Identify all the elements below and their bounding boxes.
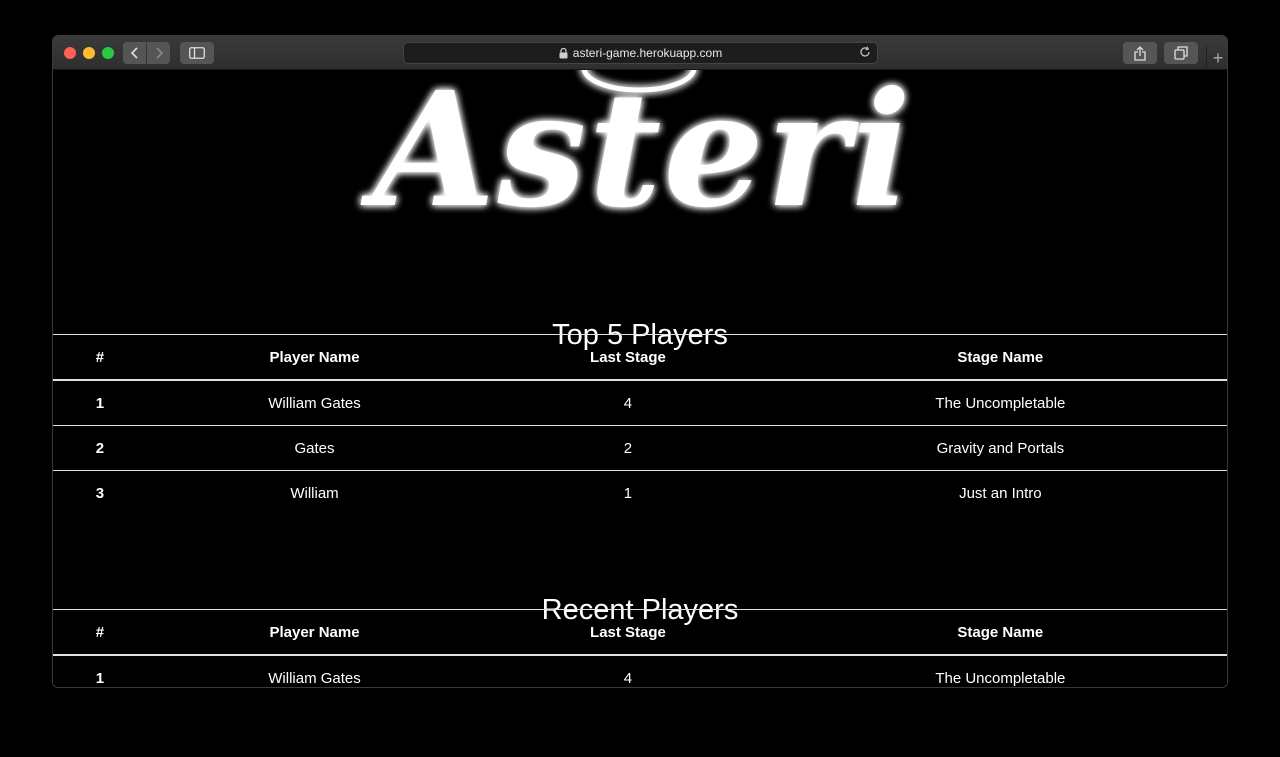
minimize-window-button[interactable] <box>83 47 95 59</box>
player-name-cell: William <box>146 470 483 515</box>
rank-cell: 2 <box>53 425 147 471</box>
back-icon <box>130 47 138 59</box>
share-icon <box>1134 45 1146 61</box>
rank-cell: 3 <box>53 470 147 515</box>
player-name-cell: William Gates <box>146 654 483 687</box>
column-header-player-name[interactable]: Player Name <box>146 334 483 381</box>
sidebar-toggle-button[interactable] <box>180 42 214 64</box>
column-header-rank[interactable]: # <box>53 334 147 381</box>
stage-name-cell: The Uncompletable <box>773 379 1227 426</box>
player-name-cell: William Gates <box>146 379 483 426</box>
sidebar-icon <box>189 47 205 59</box>
rank-cell: 1 <box>53 379 147 426</box>
rank-cell: 1 <box>53 654 147 687</box>
column-header-player-name[interactable]: Player Name <box>146 609 483 656</box>
logo-text: Asteri <box>360 70 913 240</box>
table-row: 2 Gates 2 Gravity and Portals <box>53 425 1227 471</box>
tabs-icon <box>1174 46 1188 60</box>
browser-toolbar: asteri-game.herokuapp.com + <box>53 36 1227 70</box>
column-header-rank[interactable]: # <box>53 609 147 656</box>
tab-overview-button[interactable] <box>1164 42 1198 64</box>
last-stage-cell: 2 <box>482 425 774 471</box>
column-header-last-stage[interactable]: Last Stage <box>482 609 774 656</box>
column-header-stage-name[interactable]: Stage Name <box>773 334 1227 381</box>
back-button[interactable] <box>123 42 146 64</box>
top-players-table: # Player Name Last Stage Stage Name 1 Wi… <box>53 334 1227 515</box>
forward-button[interactable] <box>147 42 170 64</box>
recent-players-table: # Player Name Last Stage Stage Name 1 Wi… <box>53 609 1227 687</box>
share-button[interactable] <box>1123 42 1157 64</box>
url-text: asteri-game.herokuapp.com <box>572 46 723 60</box>
last-stage-cell: 4 <box>482 654 774 687</box>
close-window-button[interactable] <box>64 47 76 59</box>
page-content: Asteri Top 5 Players # Player Name Last … <box>53 70 1227 687</box>
zoom-window-button[interactable] <box>102 47 114 59</box>
address-bar[interactable]: asteri-game.herokuapp.com <box>403 42 878 64</box>
column-header-stage-name[interactable]: Stage Name <box>773 609 1227 656</box>
last-stage-cell: 1 <box>482 470 774 515</box>
table-row: 1 William Gates 4 The Uncompletable <box>53 379 1227 426</box>
last-stage-cell: 4 <box>482 379 774 426</box>
table-header-row: # Player Name Last Stage Stage Name <box>53 609 1227 656</box>
table-row: 3 William 1 Just an Intro <box>53 470 1227 515</box>
new-tab-icon[interactable]: + <box>1206 46 1227 70</box>
stage-name-cell: The Uncompletable <box>773 654 1227 687</box>
stage-name-cell: Gravity and Portals <box>773 425 1227 471</box>
column-header-last-stage[interactable]: Last Stage <box>482 334 774 381</box>
table-header-row: # Player Name Last Stage Stage Name <box>53 334 1227 381</box>
table-row: 1 William Gates 4 The Uncompletable <box>53 654 1227 687</box>
browser-window: asteri-game.herokuapp.com + Asteri Top 5… <box>52 35 1228 688</box>
asteri-logo: Asteri <box>53 70 1227 240</box>
forward-icon <box>155 47 163 59</box>
stage-name-cell: Just an Intro <box>773 470 1227 515</box>
player-name-cell: Gates <box>146 425 483 471</box>
reload-icon[interactable] <box>859 46 871 61</box>
lock-icon <box>559 47 568 59</box>
